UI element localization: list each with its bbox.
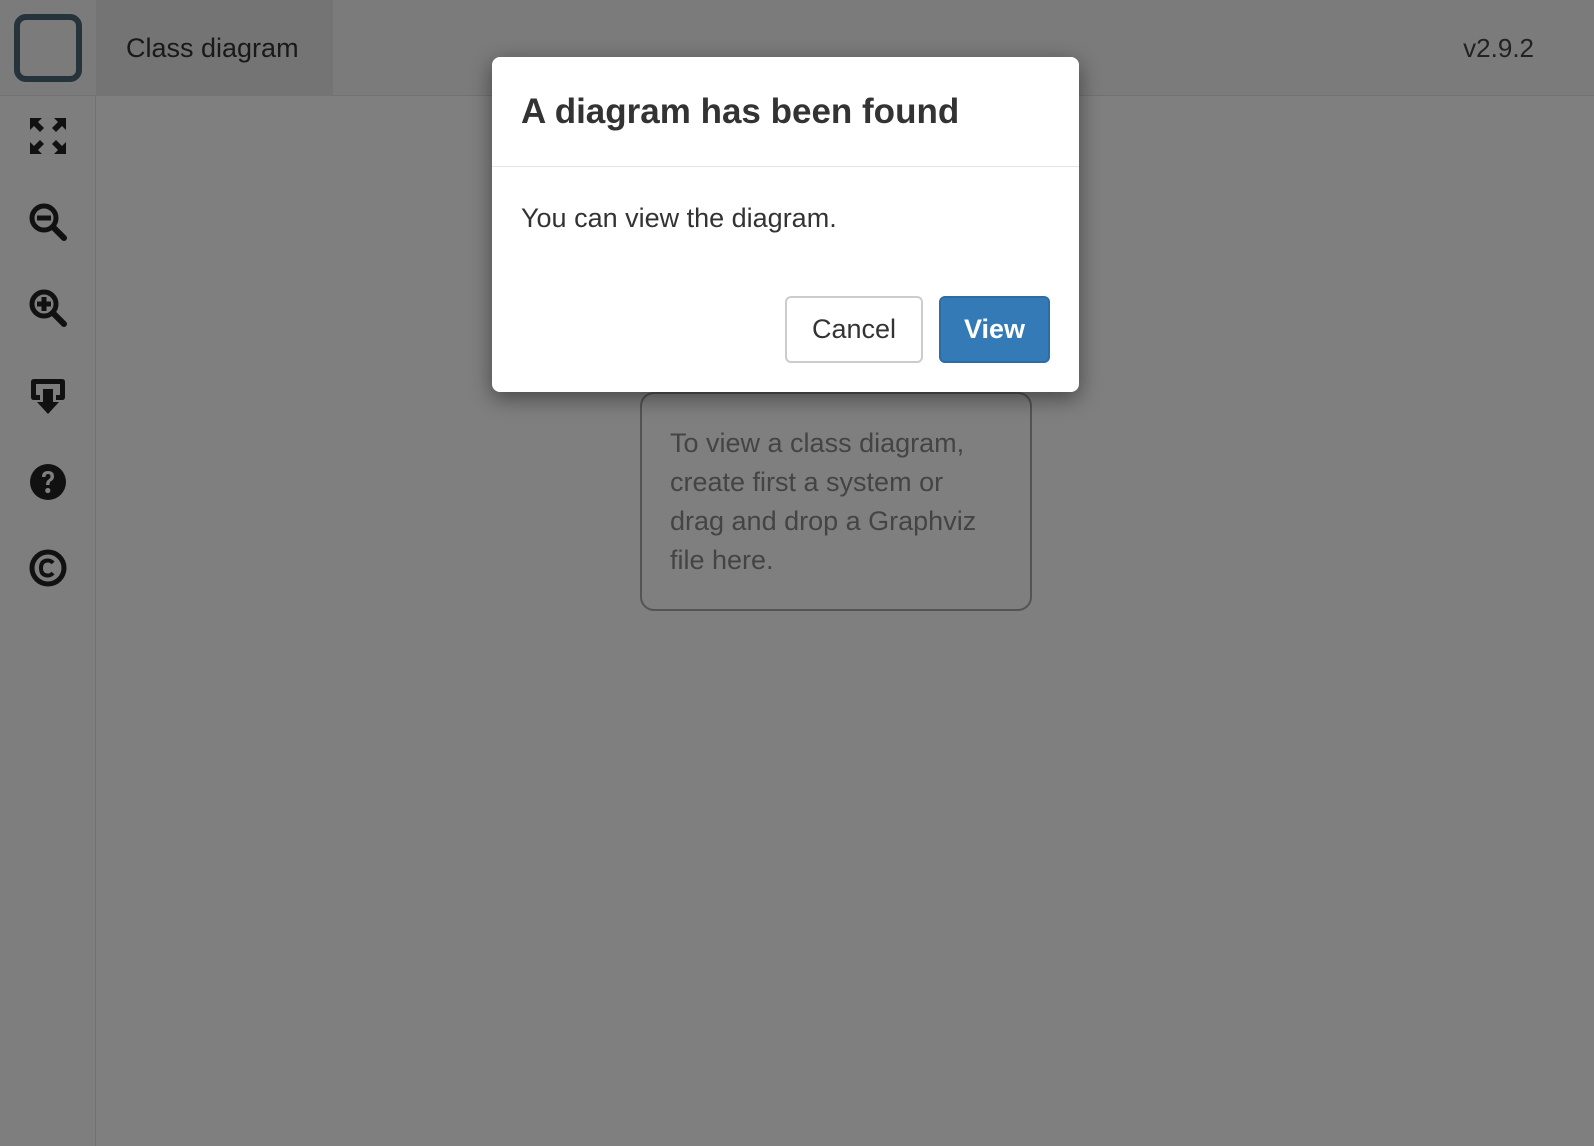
dialog-message: You can view the diagram. (521, 203, 837, 233)
dialog-title: A diagram has been found (521, 91, 960, 131)
cancel-button[interactable]: Cancel (785, 296, 923, 363)
dialog-footer: Cancel View (785, 296, 1050, 363)
dialog-header: A diagram has been found (492, 57, 1079, 167)
view-button[interactable]: View (939, 296, 1050, 363)
app-window: Class diagram v2.9.2 (0, 0, 1594, 1146)
diagram-found-dialog: A diagram has been found You can view th… (492, 57, 1079, 392)
